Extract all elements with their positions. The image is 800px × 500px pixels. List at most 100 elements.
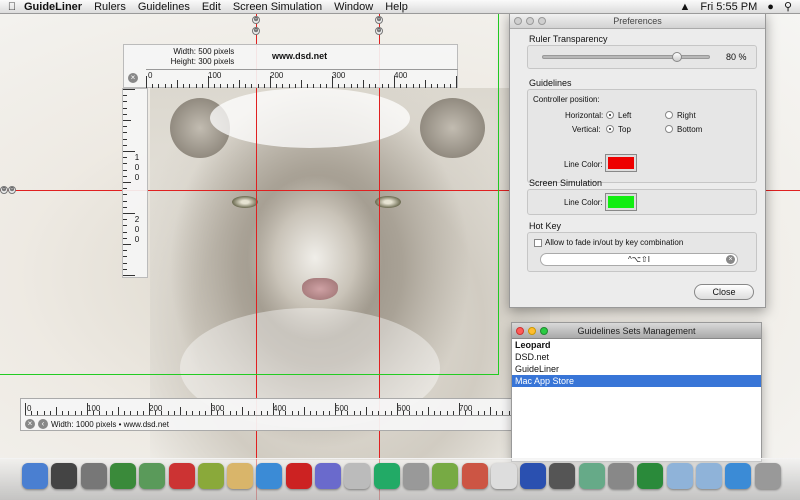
top-ruler[interactable]: Width: 500 pixels Height: 300 pixels www…: [123, 44, 458, 88]
set-item-leopard[interactable]: Leopard: [512, 339, 761, 351]
ruler-tick: [375, 84, 377, 88]
radio-left[interactable]: [606, 111, 614, 119]
monitor-icon[interactable]: [578, 463, 605, 489]
guide-handle-left-2[interactable]: ⊕: [8, 186, 16, 194]
menu-edit[interactable]: Edit: [202, 1, 221, 13]
zoom-window-icon[interactable]: [538, 17, 546, 25]
menu-screen-simulation[interactable]: Screen Simulation: [233, 1, 322, 13]
ruler-tick: [123, 126, 127, 128]
ruler-site: www.dsd.net: [272, 51, 328, 61]
ruler-tick: [449, 84, 451, 88]
zoom-window-icon[interactable]: [540, 327, 548, 335]
ruler-close-icon[interactable]: ×: [25, 419, 35, 429]
ruler-settings-icon[interactable]: ‹: [38, 419, 48, 429]
safari-small-icon[interactable]: [725, 463, 752, 489]
address-book-icon[interactable]: [51, 463, 78, 489]
ruler-tick: [146, 76, 147, 88]
user-icon[interactable]: ●: [767, 1, 774, 13]
close-button[interactable]: Close: [694, 284, 754, 300]
volume-icon[interactable]: ▲: [680, 1, 691, 13]
ruler-close-icon[interactable]: ×: [128, 73, 138, 83]
transparency-slider[interactable]: [542, 52, 710, 62]
barcode-icon[interactable]: [80, 463, 107, 489]
ruler-tick: [123, 113, 127, 115]
ruler-dimensions: Width: 500 pixels Height: 300 pixels: [140, 47, 235, 67]
close-window-icon[interactable]: [516, 327, 524, 335]
menu-app-name[interactable]: GuideLiner: [24, 1, 82, 13]
quill-icon[interactable]: [285, 463, 312, 489]
clear-hotkey-icon[interactable]: ×: [726, 255, 735, 264]
ruler-tick: [471, 411, 473, 415]
robot-icon[interactable]: [608, 463, 634, 489]
microphone-icon[interactable]: [402, 463, 429, 489]
ruler-tick: [359, 411, 361, 415]
guide-handle-top-2b[interactable]: ⊕: [375, 27, 383, 35]
minimize-window-icon[interactable]: [528, 327, 536, 335]
left-ruler[interactable]: 1 0 0 2 0 0: [122, 88, 148, 278]
safari-icon[interactable]: [256, 463, 283, 489]
ruler-tick: [341, 411, 343, 415]
no-entry-icon[interactable]: [168, 463, 195, 489]
ruler-tick: [239, 80, 240, 88]
ruler-tick: [123, 107, 127, 109]
fade-checkbox[interactable]: [534, 239, 542, 247]
ruler-tick: [123, 262, 127, 264]
face-icon[interactable]: [227, 463, 254, 489]
folder-icon[interactable]: [695, 463, 722, 489]
radio-right[interactable]: [665, 111, 673, 119]
network-icon[interactable]: [315, 463, 341, 489]
screen-icon[interactable]: [373, 463, 400, 489]
guide-handle-top-1[interactable]: ⊕: [252, 16, 260, 24]
guideline-color-swatch[interactable]: [605, 154, 637, 172]
radio-bottom[interactable]: [665, 125, 673, 133]
finder-icon[interactable]: [22, 463, 48, 489]
guide-handle-left-1[interactable]: ⊕: [0, 186, 8, 194]
trash-icon[interactable]: [754, 463, 781, 489]
radio-top[interactable]: [606, 125, 614, 133]
transparency-slider-knob[interactable]: [672, 52, 683, 62]
ruler-tick: [123, 188, 127, 190]
spotlight-icon[interactable]: ⚲: [784, 0, 792, 13]
screen-color-swatch[interactable]: [605, 193, 637, 211]
pencil-icon[interactable]: [432, 463, 459, 489]
textedit-icon[interactable]: [490, 463, 517, 489]
ruler-tick: [347, 411, 349, 415]
clock-icon[interactable]: [344, 463, 371, 489]
book-icon[interactable]: [461, 463, 488, 489]
ruler-tick: [437, 84, 439, 88]
ruler-tick: [177, 80, 178, 88]
money-icon[interactable]: [139, 463, 166, 489]
ruler-tick: [248, 411, 250, 415]
close-window-icon[interactable]: [514, 17, 522, 25]
ruler-tick: [130, 411, 132, 415]
p-app-icon[interactable]: [520, 463, 547, 489]
ruler-tick: [123, 132, 127, 134]
set-item-mac-app-store[interactable]: Mac App Store: [512, 375, 761, 387]
ruler-tick: [111, 411, 113, 415]
minimize-window-icon[interactable]: [526, 17, 534, 25]
apple-menu-icon[interactable]: : [0, 1, 24, 13]
clock[interactable]: Fri 5:55 PM: [700, 1, 757, 13]
set-item-dsd[interactable]: DSD.net: [512, 351, 761, 363]
menu-window[interactable]: Window: [334, 1, 373, 13]
ruler-tick: [338, 84, 340, 88]
preferences-titlebar[interactable]: Preferences: [510, 13, 765, 29]
set-item-guideliner[interactable]: GuideLiner: [512, 363, 761, 375]
hotkey-field[interactable]: ^⌥⇧I ×: [540, 253, 738, 266]
menu-rulers[interactable]: Rulers: [94, 1, 126, 13]
ruler-tick: [173, 411, 175, 415]
preview-icon[interactable]: [197, 463, 224, 489]
guide-handle-top-1b[interactable]: ⊕: [252, 27, 260, 35]
ruler-tick: [456, 76, 457, 88]
photo-icon[interactable]: [549, 463, 576, 489]
guide-handle-top-2[interactable]: ⊕: [375, 16, 383, 24]
folder-icon[interactable]: [666, 463, 693, 489]
ruler-tick: [440, 411, 442, 415]
dashboard-icon[interactable]: [109, 463, 136, 489]
menu-guidelines[interactable]: Guidelines: [138, 1, 190, 13]
globe-icon[interactable]: [637, 463, 664, 489]
ruler-tick: [384, 411, 386, 415]
ruler-tick: [443, 84, 445, 88]
menu-help[interactable]: Help: [385, 1, 408, 13]
sets-titlebar[interactable]: Guidelines Sets Management: [512, 323, 761, 339]
